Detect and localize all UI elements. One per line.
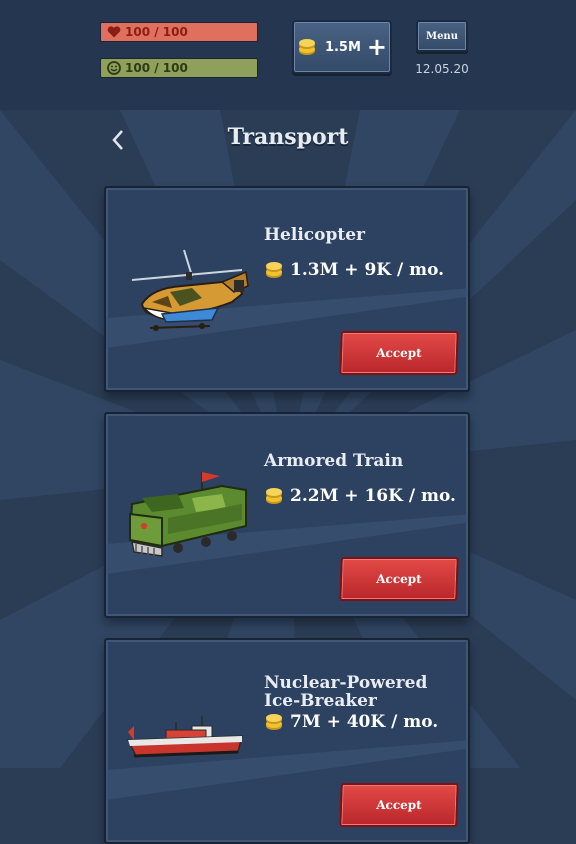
game-date: 12.05.20 bbox=[415, 62, 469, 76]
transport-card-armored-train: Armored Train 2.2M + 16K / mo. Accept bbox=[104, 412, 470, 618]
item-price: 2.2M + 16K / mo. bbox=[264, 486, 456, 506]
coin-stack-icon bbox=[266, 714, 282, 730]
helicopter-icon bbox=[131, 249, 249, 331]
health-value: 100 / 100 bbox=[125, 25, 188, 39]
chevron-left-icon bbox=[112, 130, 123, 150]
smiley-icon bbox=[107, 61, 121, 75]
item-name: Helicopter bbox=[264, 225, 365, 245]
item-price-value: 7M + 40K / mo. bbox=[290, 712, 439, 732]
item-name: Armored Train bbox=[264, 451, 404, 471]
menu-button[interactable]: Menu bbox=[416, 20, 468, 52]
health-bar: 100 / 100 bbox=[100, 22, 258, 42]
item-name: Nuclear-Powered Ice-Breaker bbox=[264, 673, 428, 711]
heart-icon bbox=[107, 26, 121, 38]
accept-button[interactable]: Accept bbox=[339, 783, 459, 827]
transport-card-icebreaker: Nuclear-Powered Ice-Breaker 7M + 40K / m… bbox=[104, 638, 470, 844]
item-price-value: 1.3M + 9K / mo. bbox=[290, 260, 445, 280]
transport-card-helicopter: Helicopter 1.3M + 9K / mo. Accept bbox=[104, 186, 470, 392]
item-price: 1.3M + 9K / mo. bbox=[264, 260, 444, 280]
accept-button[interactable]: Accept bbox=[339, 331, 459, 375]
morale-value: 100 / 100 bbox=[125, 61, 188, 75]
coin-stack-icon bbox=[298, 39, 315, 55]
armored-train-icon bbox=[128, 472, 247, 557]
page-title: Transport bbox=[227, 124, 349, 150]
coin-stack-icon bbox=[266, 262, 282, 278]
item-price: 7M + 40K / mo. bbox=[264, 712, 438, 732]
back-button[interactable] bbox=[104, 124, 132, 156]
morale-bar: 100 / 100 bbox=[100, 58, 258, 78]
plus-icon: + bbox=[366, 33, 388, 61]
top-status-bar: 100 / 100 100 / 100 1.5M + Menu 12.05.20 bbox=[0, 0, 576, 110]
accept-button[interactable]: Accept bbox=[339, 557, 459, 601]
item-price-value: 2.2M + 16K / mo. bbox=[290, 486, 456, 506]
money-amount: 1.5M bbox=[324, 39, 361, 55]
coin-stack-icon bbox=[266, 488, 282, 504]
add-money-button[interactable]: 1.5M + bbox=[292, 20, 392, 74]
icebreaker-icon bbox=[126, 716, 243, 758]
